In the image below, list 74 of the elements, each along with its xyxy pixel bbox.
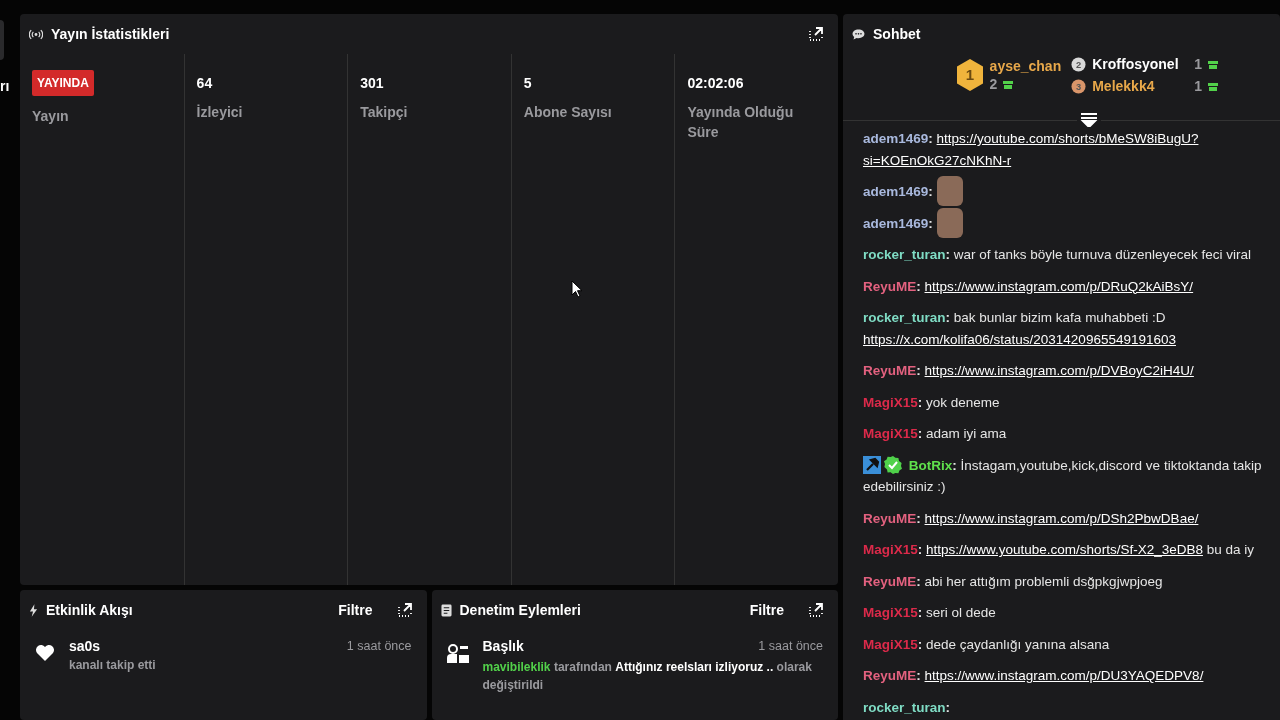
- gifter-name: Kroffosyonel: [1092, 56, 1180, 72]
- stat-value: 301: [360, 74, 384, 93]
- stat-label: İzleyici: [196, 103, 243, 122]
- verified-icon: [884, 455, 902, 474]
- stat-value: 64: [196, 74, 213, 93]
- event-description: kanalı takip etti: [69, 658, 157, 672]
- popout-icon[interactable]: [396, 602, 413, 618]
- gift-count: 1: [1194, 78, 1202, 94]
- stat-value: 02:02:06: [687, 74, 744, 93]
- gift-count: 2: [989, 76, 998, 92]
- filter-button[interactable]: Filtre: [334, 600, 377, 620]
- chat-link[interactable]: https://youtube.com/shorts/bMeSW8iBugU?: [936, 131, 1199, 146]
- chat-message: BotRix: İnstagam,youtube,kick,discord ve tiktoktanda takip edebilirsiniz :): [863, 454, 1263, 496]
- chat-message: MagiX15: yok deneme: [863, 393, 1001, 412]
- chat-message: adem1469: https://youtube.com/shorts/bMeSW8iBugU? si=KOEnOkG27cNKhN-r: [863, 130, 1200, 170]
- lightning-icon: [29, 603, 38, 617]
- rank-badge: 3: [1071, 78, 1087, 94]
- document-icon: [440, 603, 452, 617]
- rank-badge: 2: [1071, 56, 1087, 72]
- stat-label: Takipçi: [360, 103, 408, 122]
- stat-label: Abone Sayısı: [523, 103, 612, 122]
- gift-icon: [1208, 81, 1218, 91]
- chat-message: ReyuME: https://www.instagram.com/p/DU3YAQEDPV8/: [863, 667, 1205, 685]
- panel-title: Sohbet: [873, 26, 921, 42]
- broadcast-icon: [29, 28, 43, 40]
- user-card-icon: [446, 644, 469, 664]
- chat-message: MagiX15: seri ol dede: [863, 604, 997, 622]
- chat-link[interactable]: https://www.instagram.com/p/DVBoyC2iH4U/: [924, 363, 1194, 378]
- stat-label: Yayın: [32, 107, 69, 126]
- gift-count: 1: [1194, 56, 1202, 72]
- event-time: 1 saat önce: [346, 639, 412, 653]
- rank-badge: 1: [954, 58, 985, 92]
- chat-link[interactable]: https://www.instagram.com/p/DRuQ2kAiBsY/: [924, 278, 1194, 294]
- chat-message: ReyuME: https://www.instagram.com/p/DVBoyC2iH4U/: [863, 362, 1195, 380]
- chat-message: adem1469:: [863, 207, 1280, 239]
- chat-message: adem1469:: [863, 176, 1280, 208]
- hammer-icon: [863, 455, 881, 474]
- gifter-name: ayse_chan: [989, 58, 1062, 74]
- chat-link[interactable]: https://www.instagram.com/p/DU3YAQEDPV8/: [924, 668, 1204, 683]
- panel-title-fragment: rı: [0, 78, 11, 94]
- gift-icon: [1208, 59, 1218, 69]
- chat-link[interactable]: https://www.youtube.com/shorts/Sf-X2_3eDB8: [926, 542, 1203, 557]
- popout-icon[interactable]: [808, 26, 824, 42]
- filter-button[interactable]: Filtre: [745, 600, 788, 620]
- chat-message: MagiX15: dede çaydanlığı yanına alsana: [863, 635, 1111, 654]
- live-badge: YAYINDA: [32, 70, 94, 96]
- gifter-name: Melekkk4: [1092, 78, 1156, 94]
- chat-message: rocker_turan:: [863, 698, 952, 717]
- chat-link[interactable]: https://www.instagram.com/p/DSh2PbwDBae/: [924, 510, 1199, 526]
- chat-message: ReyuME: abi her attığım problemli dsğpkgjwpjoeg: [863, 572, 1164, 591]
- action-time: 1 saat önce: [758, 639, 823, 653]
- chat-message: MagiX15: https://www.youtube.com/shorts/Sf-X2_3eDB8 bu da iy: [863, 541, 1255, 559]
- gift-icon: [1003, 79, 1014, 89]
- chat-link[interactable]: https://x.com/kolifa06/status/2031420965549191603: [863, 331, 1176, 347]
- panel-title: Etkinlik Akışı: [46, 602, 133, 618]
- chat-message: rocker_turan: war of tanks böyle turnuva düzenleyecek feci viral: [863, 246, 1252, 264]
- stat-label: Yayında Olduğu Süre: [687, 103, 795, 142]
- emote-placeholder: [936, 207, 963, 238]
- chat-message: ReyuME: https://www.instagram.com/p/DSh2PbwDBae/: [863, 509, 1200, 528]
- chat-bubble-icon: [852, 28, 865, 40]
- chat-message: MagiX15: adam iyi ama: [863, 425, 1008, 443]
- mouse-pointer-icon: [571, 280, 583, 298]
- action-description: mavibileklik tarafından Attığınız reelsları izliyoruz .. olarak değiştirildi: [482, 659, 813, 694]
- panel-title: Yayın İstatistikleri: [51, 26, 170, 42]
- stat-value: 5: [523, 74, 532, 93]
- action-title: Başlık: [482, 638, 524, 654]
- emote-placeholder: [936, 176, 963, 207]
- heart-icon: [35, 644, 55, 662]
- chat-link[interactable]: si=KOEnOkG27cNKhN-r: [863, 152, 1012, 168]
- popout-icon[interactable]: [808, 602, 824, 618]
- panel-title: Denetim Eylemleri: [459, 602, 581, 618]
- event-username: sa0s: [69, 638, 101, 654]
- chat-message: ReyuME: https://www.instagram.com/p/DRuQ2kAiBsY/: [863, 277, 1195, 296]
- chat-message: rocker_turan: bak bunlar bizim kafa muhabbeti :D https://x.com/kolifa06/status/2031420965549191603: [863, 309, 1177, 349]
